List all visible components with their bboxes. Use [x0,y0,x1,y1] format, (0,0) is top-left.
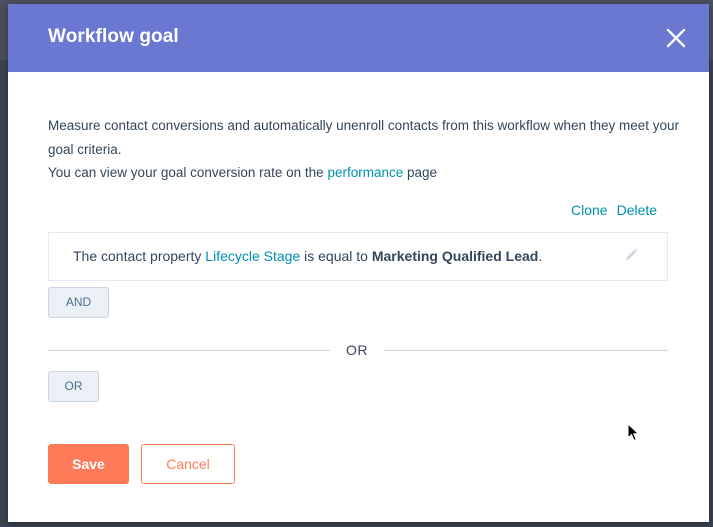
edit-filter-button[interactable] [624,248,638,262]
workflow-goal-modal: Workflow goal Measure contact conversion… [8,4,709,522]
filter-property: Lifecycle Stage [205,248,301,264]
description-line-2: You can view your goal conversion rate o… [48,161,688,185]
filter-criteria-text: The contact property Lifecycle Stage is … [73,248,542,264]
description-line-2-suffix: page [403,165,438,180]
or-divider-label: OR [346,342,368,358]
goal-filter-card[interactable]: The contact property Lifecycle Stage is … [48,232,668,281]
filter-operator: is equal to [300,248,372,264]
filter-suffix: . [538,248,543,264]
cancel-button[interactable]: Cancel [141,444,235,484]
description-line-2-prefix: You can view your goal conversion rate o… [48,165,328,180]
pencil-icon [626,248,638,260]
goal-description: Measure contact conversions and automati… [48,114,688,185]
filter-card-actions: Clone Delete [571,202,657,218]
filter-value: Marketing Qualified Lead [371,248,539,264]
save-button[interactable]: Save [48,444,129,484]
modal-title: Workflow goal [48,26,179,47]
or-divider-right [384,350,668,351]
or-button[interactable]: OR [48,371,99,402]
clone-link[interactable]: Clone [571,202,608,218]
performance-link[interactable]: performance [327,165,403,180]
mouse-cursor-icon [627,423,640,442]
modal-header: Workflow goal [8,4,709,72]
description-line-1: Measure contact conversions and automati… [48,118,680,157]
close-button[interactable] [664,26,688,50]
filter-prefix: The contact property [73,248,206,264]
delete-link[interactable]: Delete [617,202,657,218]
close-icon [666,28,686,48]
and-button[interactable]: AND [48,287,109,318]
or-divider-left [48,350,330,351]
